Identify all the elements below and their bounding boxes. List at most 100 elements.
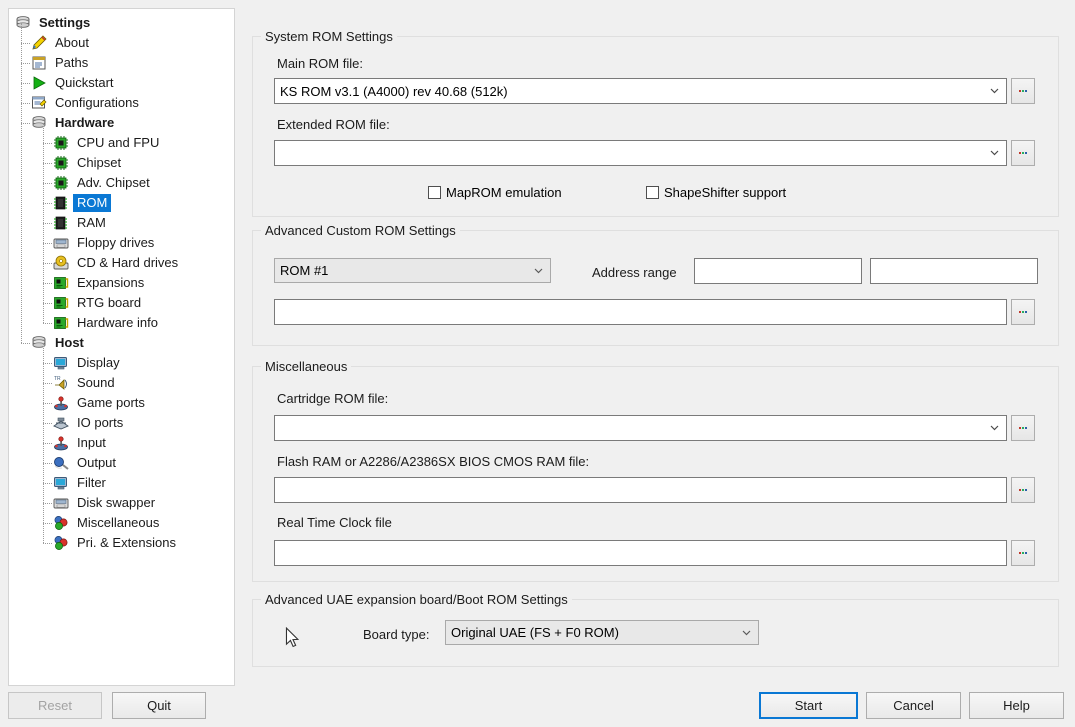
board-icon	[53, 315, 69, 331]
tree-item-label: RTG board	[77, 295, 142, 310]
tree-connector	[43, 363, 52, 364]
settings-tree-panel[interactable]: Settings About Paths Quickstart Configuratio…	[8, 8, 235, 686]
tree-item-label: Chipset	[77, 155, 122, 170]
tree-item-label: ROM	[73, 194, 112, 212]
tree-item-about[interactable]: About	[9, 33, 234, 53]
tree-connector	[43, 443, 52, 444]
shapeshifter-support-checkbox-row[interactable]: ShapeShifter support	[646, 185, 786, 200]
tree-connector	[43, 163, 52, 164]
tree-connector	[43, 503, 52, 504]
extended-rom-browse-button[interactable]	[1011, 140, 1035, 166]
tree-connector	[43, 423, 52, 424]
tree-item-label: Sound	[77, 375, 115, 390]
tree-connector	[21, 103, 30, 104]
help-button[interactable]: Help	[969, 692, 1064, 719]
custom-rom-path-input[interactable]	[274, 299, 1007, 325]
tree-connector	[43, 243, 52, 244]
cancel-button[interactable]: Cancel	[866, 692, 961, 719]
shapeshifter-support-checkbox[interactable]	[646, 186, 659, 199]
tree-connector	[43, 383, 52, 384]
flash-ram-input[interactable]	[274, 477, 1007, 503]
tree-item-label: CPU and FPU	[77, 135, 160, 150]
ellipsis-icon	[1019, 90, 1027, 92]
tree-item-configurations[interactable]: Configurations	[9, 93, 234, 113]
tree-item-label: Pri. & Extensions	[77, 535, 176, 550]
flash-ram-browse-button[interactable]	[1011, 477, 1035, 503]
tree-connector	[43, 403, 52, 404]
tree-connector	[21, 343, 30, 344]
maprom-emulation-checkbox[interactable]	[428, 186, 441, 199]
extended-rom-file-label: Extended ROM file:	[277, 117, 390, 132]
main-rom-file-combo[interactable]: KS ROM v3.1 (A4000) rev 40.68 (512k)	[274, 78, 1007, 104]
tree-item-label: CD & Hard drives	[77, 255, 179, 270]
cd-icon	[53, 255, 69, 271]
stack-icon	[31, 115, 47, 131]
system-rom-settings-group: System ROM Settings Main ROM file: KS RO…	[252, 29, 1059, 217]
tree-item-label: Input	[77, 435, 106, 450]
chevron-down-icon	[990, 148, 999, 157]
tree-connector	[43, 463, 52, 464]
tree-item-label: Display	[77, 355, 120, 370]
play-icon	[31, 75, 47, 91]
real-time-clock-input[interactable]	[274, 540, 1007, 566]
quit-button-label: Quit	[147, 698, 171, 713]
reset-button[interactable]: Reset	[8, 692, 102, 719]
tree-item-label: Filter	[77, 475, 106, 490]
tree-connector	[43, 263, 52, 264]
memory-icon	[53, 215, 69, 231]
tree-connector	[43, 343, 44, 543]
custom-rom-select-combo[interactable]: ROM #1	[274, 258, 551, 283]
reset-button-label: Reset	[38, 698, 72, 713]
winuae-settings-window: Settings About Paths Quickstart Configuratio…	[0, 0, 1075, 727]
paths-icon	[31, 55, 47, 71]
board-icon	[53, 275, 69, 291]
ellipsis-icon	[1019, 427, 1027, 429]
tree-connector	[43, 203, 52, 204]
spheres-icon	[53, 515, 69, 531]
board-icon	[53, 295, 69, 311]
address-range-label: Address range	[592, 265, 677, 280]
tree-item-quickstart[interactable]: Quickstart	[9, 73, 234, 93]
real-time-clock-browse-button[interactable]	[1011, 540, 1035, 566]
tree-item-label: Game ports	[77, 395, 145, 410]
chip-icon	[53, 135, 69, 151]
address-range-end-input[interactable]	[870, 258, 1038, 284]
ellipsis-icon	[1019, 152, 1027, 154]
tree-item-settings[interactable]: Settings	[9, 13, 234, 33]
board-type-combo[interactable]: Original UAE (FS + F0 ROM)	[445, 620, 759, 645]
memory-icon	[53, 195, 69, 211]
address-range-start-input[interactable]	[694, 258, 862, 284]
tree-connector	[43, 543, 52, 544]
advanced-custom-rom-legend: Advanced Custom ROM Settings	[261, 223, 460, 238]
advanced-custom-rom-group: Advanced Custom ROM Settings ROM #1 Addr…	[252, 223, 1059, 346]
main-rom-browse-button[interactable]	[1011, 78, 1035, 104]
chip-icon	[53, 155, 69, 171]
pencil-icon	[31, 35, 47, 51]
floppy-icon	[53, 495, 69, 511]
tree-item-label: Adv. Chipset	[77, 175, 150, 190]
cartridge-rom-combo[interactable]	[274, 415, 1007, 441]
tree-item-label: RAM	[77, 215, 106, 230]
start-button[interactable]: Start	[759, 692, 858, 719]
tree-item-label: Quickstart	[55, 75, 114, 90]
tree-item-label: About	[55, 35, 89, 50]
tree-item-label: Configurations	[55, 95, 139, 110]
cartridge-rom-browse-button[interactable]	[1011, 415, 1035, 441]
miscellaneous-legend: Miscellaneous	[261, 359, 352, 374]
start-button-label: Start	[794, 698, 823, 713]
custom-rom-browse-button[interactable]	[1011, 299, 1035, 325]
maprom-emulation-checkbox-row[interactable]: MapROM emulation	[428, 185, 562, 200]
chip-icon	[53, 175, 69, 191]
quit-button[interactable]: Quit	[112, 692, 206, 719]
main-rom-file-value: KS ROM v3.1 (A4000) rev 40.68 (512k)	[280, 83, 508, 99]
custom-rom-select-value: ROM #1	[280, 263, 329, 278]
extended-rom-file-combo[interactable]	[274, 140, 1007, 166]
tree-connector	[43, 123, 44, 323]
tree-item-label: Miscellaneous	[77, 515, 160, 530]
shapeshifter-support-label: ShapeShifter support	[664, 185, 787, 200]
stack-icon	[31, 335, 47, 351]
tree-item-paths[interactable]: Paths	[9, 53, 234, 73]
tree-connector	[43, 143, 52, 144]
chevron-down-icon	[990, 86, 999, 95]
tree-connector	[43, 223, 52, 224]
